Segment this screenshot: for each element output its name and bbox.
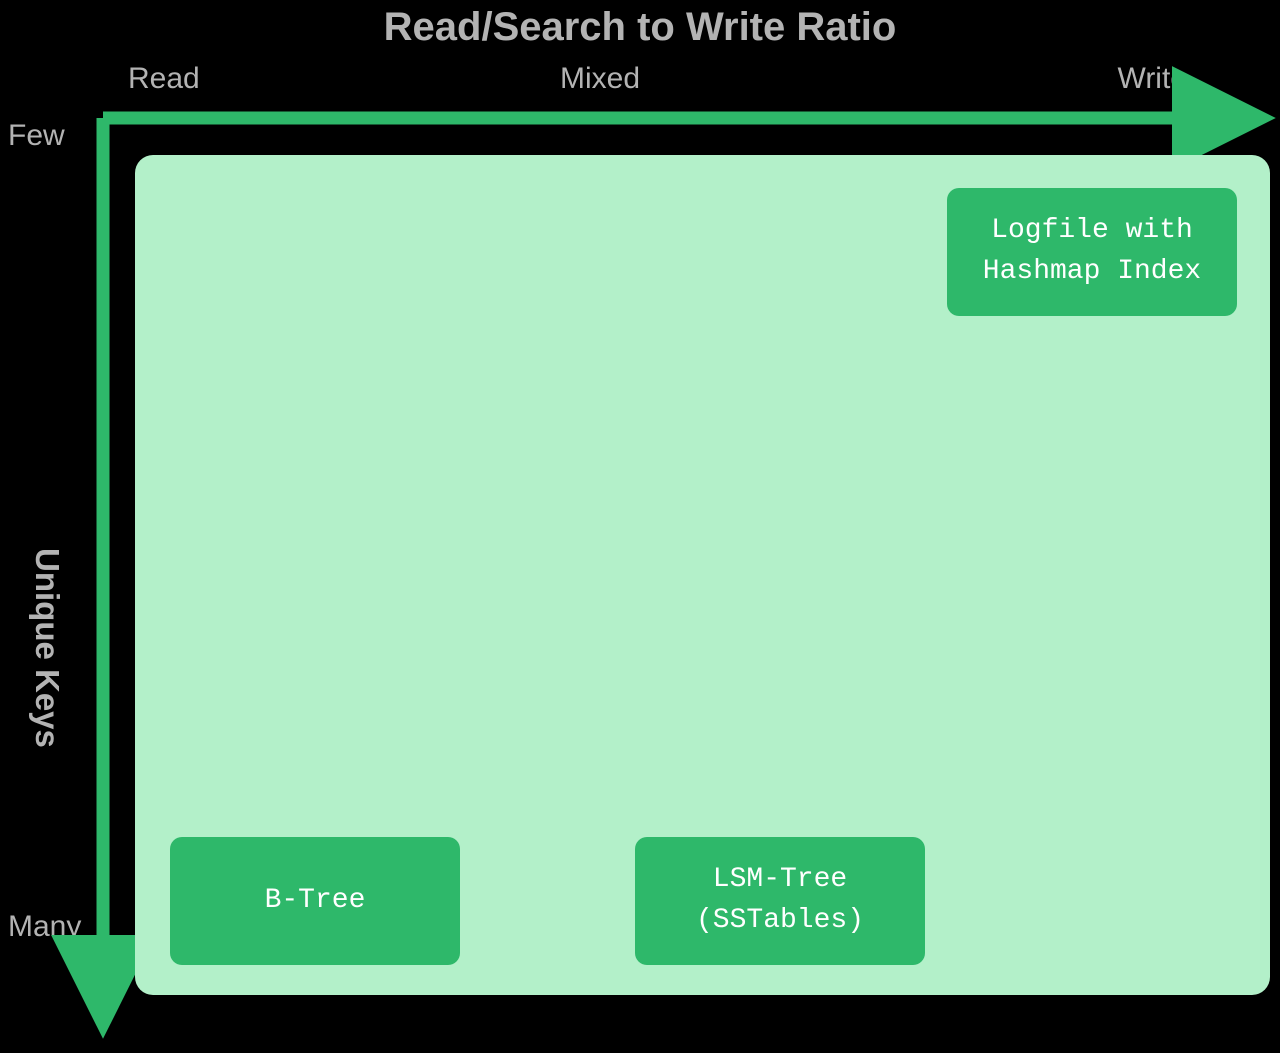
- node-lsm-line2: (SSTables): [696, 901, 864, 942]
- y-axis-label: Unique Keys: [28, 548, 66, 748]
- node-btree: B-Tree: [170, 837, 460, 965]
- diagram-title: Read/Search to Write Ratio: [384, 5, 897, 50]
- node-logfile-hashmap: Logfile with Hashmap Index: [947, 188, 1237, 316]
- y-tick-many: Many: [8, 910, 81, 944]
- node-btree-line1: B-Tree: [265, 881, 366, 922]
- x-tick-mixed: Mixed: [560, 62, 640, 96]
- node-logfile-line1: Logfile with: [991, 211, 1193, 252]
- node-logfile-line2: Hashmap Index: [983, 252, 1201, 293]
- x-tick-write: Write: [1118, 62, 1187, 96]
- plot-area: Logfile with Hashmap Index B-Tree LSM-Tr…: [135, 155, 1270, 995]
- node-lsm-line1: LSM-Tree: [713, 860, 847, 901]
- x-tick-read: Read: [128, 62, 200, 96]
- y-tick-few: Few: [8, 119, 65, 153]
- node-lsm-tree: LSM-Tree (SSTables): [635, 837, 925, 965]
